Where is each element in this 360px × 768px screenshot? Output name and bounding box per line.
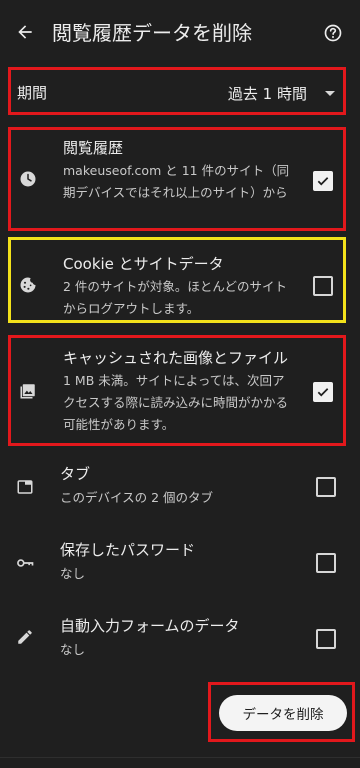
check-icon [317, 177, 329, 186]
time-range-row[interactable]: 期間 過去 1 時間 [8, 67, 346, 115]
autofill-checkbox[interactable] [316, 629, 336, 649]
option-title: 閲覧履歴 [63, 139, 124, 157]
tab-icon [14, 476, 36, 498]
browsing-history-option[interactable]: 閲覧履歴 makeuseof.com と 11 件のサイト（同期デバイスではそれ… [8, 127, 346, 231]
option-title: 保存したパスワード [60, 541, 196, 559]
check-icon [317, 388, 329, 397]
tabs-checkbox[interactable] [316, 477, 336, 497]
dropdown-arrow-icon [325, 90, 335, 96]
back-button[interactable] [8, 14, 42, 50]
help-button[interactable] [316, 16, 350, 50]
option-title: Cookie とサイトデータ [63, 255, 224, 273]
option-title: キャッシュされた画像とファイル [63, 349, 289, 367]
divider [0, 757, 360, 758]
saved-passwords-checkbox[interactable] [316, 553, 336, 573]
top-app-bar: 閲覧履歴データを削除 [0, 0, 360, 64]
time-range-label: 期間 [17, 84, 48, 102]
tabs-option[interactable]: タブ このデバイスの 2 個のタブ [8, 462, 346, 512]
option-description: このデバイスの 2 個のタブ [60, 490, 214, 505]
cookies-checkbox[interactable] [313, 276, 333, 296]
page-title: 閲覧履歴データを削除 [52, 21, 252, 45]
option-title: タブ [60, 465, 91, 483]
cookies-option[interactable]: Cookie とサイトデータ 2 件のサイトが対象。ほとんどのサイトからログアウ… [8, 237, 346, 323]
option-title: 自動入力フォームのデータ [60, 617, 240, 635]
option-description: 1 MB 未満。サイトによっては、次回アクセスする際に読み込みに時間がかかる可能… [63, 373, 289, 432]
arrow-left-icon [18, 25, 32, 39]
cached-images-checkbox[interactable] [313, 382, 333, 402]
browsing-history-checkbox[interactable] [313, 171, 333, 191]
pencil-icon [14, 626, 36, 648]
time-range-dropdown[interactable]: 過去 1 時間 [228, 80, 335, 106]
image-icon [17, 380, 39, 402]
time-range-value: 過去 1 時間 [227, 84, 307, 103]
option-description: makeuseof.com と 11 件のサイト（同期デバイスではそれ以上のサイ… [63, 163, 290, 200]
clock-icon [17, 168, 39, 190]
saved-passwords-option[interactable]: 保存したパスワード なし [8, 538, 346, 588]
option-description: 2 件のサイトが対象。ほとんどのサイトからログアウトします。 [63, 279, 288, 316]
key-icon [14, 552, 36, 574]
option-description: なし [60, 566, 86, 581]
autofill-option[interactable]: 自動入力フォームのデータ なし [8, 614, 346, 664]
delete-button-highlight: データを削除 [208, 682, 355, 742]
delete-data-button[interactable]: データを削除 [219, 695, 347, 731]
help-circle-icon [324, 24, 342, 42]
option-description: なし [60, 642, 86, 657]
cookie-icon [17, 274, 39, 296]
cached-images-option[interactable]: キャッシュされた画像とファイル 1 MB 未満。サイトによっては、次回アクセスす… [8, 335, 346, 446]
